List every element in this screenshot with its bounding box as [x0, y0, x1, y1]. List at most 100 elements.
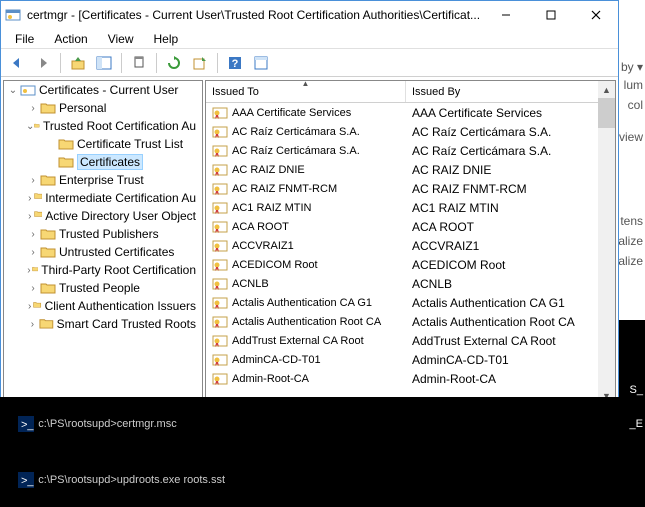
cell-issued-to: ACEDICOM Root [206, 258, 406, 272]
cell-issued-by: AC1 RAIZ MTIN [406, 201, 615, 215]
expand-icon[interactable]: › [26, 227, 40, 241]
console[interactable]: >_c:\PS\rootsupd>certmgr.msc >_c:\PS\roo… [0, 397, 645, 507]
console-line: >_c:\PS\rootsupd>certmgr.msc [6, 404, 639, 444]
show-hide-tree-button[interactable] [92, 51, 116, 75]
toolbar-separator [60, 53, 61, 73]
cell-issued-to: AC Raíz Certicámara S.A. [206, 125, 406, 139]
tree-item[interactable]: Certificate Trust List [4, 135, 202, 153]
list-row[interactable]: AC Raíz Certicámara S.A.AC Raíz Certicám… [206, 141, 615, 160]
cell-issued-to: ACCVRAIZ1 [206, 239, 406, 253]
expand-icon[interactable]: ⌄ [26, 119, 34, 133]
ps-icon: >_ [18, 472, 34, 488]
tree-root[interactable]: ⌄ Certificates - Current User [4, 81, 202, 99]
svg-text:>_: >_ [21, 419, 34, 431]
cell-issued-by: ACNLB [406, 277, 615, 291]
menu-help[interactable]: Help [146, 30, 187, 48]
tree-item[interactable]: › Client Authentication Issuers [4, 297, 202, 315]
folder-icon [58, 155, 74, 169]
list-row[interactable]: Actalis Authentication Root CAActalis Au… [206, 312, 615, 331]
certificate-icon [212, 220, 228, 234]
certificate-icon [212, 334, 228, 348]
certificate-icon [212, 258, 228, 272]
cell-issued-by: ACCVRAIZ1 [406, 239, 615, 253]
tree-item-label: Client Authentication Issuers [45, 299, 196, 313]
list-row[interactable]: AdminCA-CD-T01AdminCA-CD-T01 [206, 350, 615, 369]
back-button[interactable] [5, 51, 29, 75]
svg-text:>_: >_ [21, 475, 34, 487]
cell-issued-by: AC RAIZ FNMT-RCM [406, 182, 615, 196]
tree-item-label: Certificate Trust List [77, 137, 183, 151]
expand-icon[interactable]: › [26, 173, 40, 187]
scroll-thumb[interactable] [598, 98, 615, 128]
expand-icon[interactable]: › [26, 245, 40, 259]
cell-issued-to: AC1 RAIZ MTIN [206, 201, 406, 215]
certificate-icon [212, 277, 228, 291]
expand-icon[interactable]: › [26, 299, 33, 313]
column-issued-to[interactable]: Issued To ▲ [206, 81, 406, 102]
tree-item[interactable]: Certificates [4, 153, 202, 171]
list-row[interactable]: ACCVRAIZ1ACCVRAIZ1 [206, 236, 615, 255]
column-issued-by[interactable]: Issued By [406, 81, 615, 102]
collapse-icon[interactable]: ⌄ [6, 83, 20, 97]
properties-button[interactable] [249, 51, 273, 75]
expand-icon[interactable]: › [26, 317, 39, 331]
tree-item[interactable]: ›Active Directory User Object [4, 207, 202, 225]
export-button[interactable] [188, 51, 212, 75]
list-row[interactable]: Actalis Authentication CA G1Actalis Auth… [206, 293, 615, 312]
menu-file[interactable]: File [7, 30, 42, 48]
toolbar-separator [156, 53, 157, 73]
list-row[interactable]: AC RAIZ FNMT-RCMAC RAIZ FNMT-RCM [206, 179, 615, 198]
list-row[interactable]: AddTrust External CA RootAddTrust Extern… [206, 331, 615, 350]
expand-icon[interactable]: › [26, 101, 40, 115]
scroll-track[interactable] [598, 98, 615, 387]
certmgr-window: certmgr - [Certificates - Current User\T… [0, 0, 619, 445]
tree-item[interactable]: ›Trusted Publishers [4, 225, 202, 243]
up-button[interactable] [66, 51, 90, 75]
expand-icon[interactable]: › [26, 191, 34, 205]
tree-item-label: Enterprise Trust [59, 173, 144, 187]
tree-item[interactable]: ›Untrusted Certificates [4, 243, 202, 261]
tree-item[interactable]: ›Intermediate Certification Au [4, 189, 202, 207]
forward-button[interactable] [31, 51, 55, 75]
list-row[interactable]: AC RAIZ DNIEAC RAIZ DNIE [206, 160, 615, 179]
certificate-icon [212, 163, 228, 177]
cell-issued-by: AdminCA-CD-T01 [406, 353, 615, 367]
bg-text: view [619, 130, 643, 144]
menu-action[interactable]: Action [46, 30, 95, 48]
list-row[interactable]: ACEDICOM RootACEDICOM Root [206, 255, 615, 274]
maximize-button[interactable] [528, 1, 573, 29]
close-button[interactable] [573, 1, 618, 29]
list-row[interactable]: AAA Certificate ServicesAAA Certificate … [206, 103, 615, 122]
certificate-icon [212, 201, 228, 215]
cell-issued-to: Actalis Authentication CA G1 [206, 296, 406, 310]
list-row[interactable]: AC Raíz Certicámara S.A.AC Raíz Certicám… [206, 122, 615, 141]
tree-item[interactable]: ›Smart Card Trusted Roots [4, 315, 202, 333]
tree-item[interactable]: ›Personal [4, 99, 202, 117]
list-row[interactable]: Admin-Root-CAAdmin-Root-CA [206, 369, 615, 388]
expand-icon[interactable]: › [26, 209, 34, 223]
folder-icon [40, 281, 56, 295]
help-button[interactable]: ? [223, 51, 247, 75]
bg-text: tens [620, 214, 643, 228]
list-body[interactable]: AAA Certificate ServicesAAA Certificate … [206, 103, 615, 421]
list-row[interactable]: AC1 RAIZ MTINAC1 RAIZ MTIN [206, 198, 615, 217]
list-row[interactable]: ACA ROOTACA ROOT [206, 217, 615, 236]
cell-issued-by: ACEDICOM Root [406, 258, 615, 272]
cell-issued-by: AC Raíz Certicámara S.A. [406, 125, 615, 139]
tree-item[interactable]: › Enterprise Trust [4, 171, 202, 189]
tree-root-label: Certificates - Current User [39, 83, 178, 97]
tree-pane[interactable]: ⌄ Certificates - Current User ›Personal⌄… [3, 80, 203, 422]
tree-item[interactable]: ›Trusted People [4, 279, 202, 297]
bg-text: alize [618, 234, 643, 248]
tree-item[interactable]: ›Third-Party Root Certification [4, 261, 202, 279]
expand-icon[interactable]: › [26, 281, 40, 295]
refresh-button[interactable] [162, 51, 186, 75]
vertical-scrollbar[interactable]: ▲ ▼ [598, 81, 615, 404]
tree-item[interactable]: ⌄Trusted Root Certification Au [4, 117, 202, 135]
scroll-up-button[interactable]: ▲ [598, 81, 615, 98]
folder-icon [40, 245, 56, 259]
minimize-button[interactable] [483, 1, 528, 29]
copy-button[interactable] [127, 51, 151, 75]
list-row[interactable]: ACNLBACNLB [206, 274, 615, 293]
menu-view[interactable]: View [100, 30, 142, 48]
